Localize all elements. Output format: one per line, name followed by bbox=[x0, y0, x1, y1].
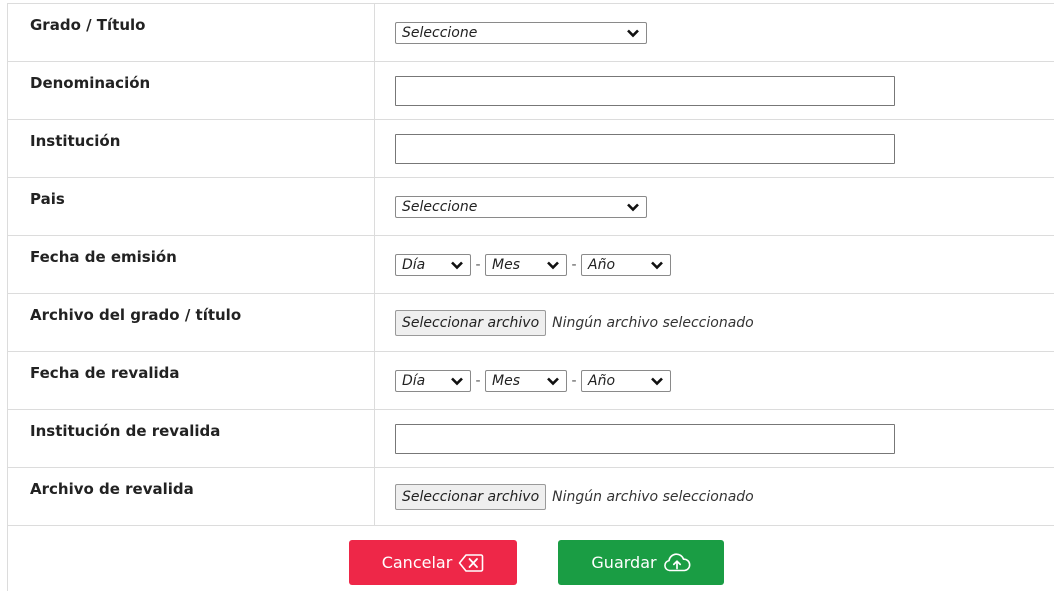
backspace-x-icon bbox=[458, 553, 484, 572]
chevron-down-icon bbox=[451, 377, 463, 385]
cancel-button[interactable]: Cancelar bbox=[349, 540, 517, 585]
form-row-fecha-revalida: Fecha de revalida Día - Mes - Año bbox=[7, 351, 1054, 410]
chevron-down-icon bbox=[547, 377, 559, 385]
pais-select[interactable]: Seleccione bbox=[395, 195, 647, 218]
archivo-grado-choose-button[interactable]: Seleccionar archivo bbox=[395, 309, 547, 336]
form-row-fecha-emision: Fecha de emisión Día - Mes - Año bbox=[7, 235, 1054, 294]
archivo-revalida-file-input: Seleccionar archivo Ningún archivo selec… bbox=[395, 483, 754, 510]
chevron-down-icon bbox=[627, 203, 639, 211]
denominacion-label: Denominación bbox=[30, 73, 151, 92]
archivo-revalida-label: Archivo de revalida bbox=[30, 479, 194, 498]
date-separator: - bbox=[475, 372, 481, 389]
fecha-revalida-month-select[interactable]: Mes bbox=[485, 369, 567, 392]
cloud-upload-icon bbox=[663, 552, 691, 571]
fecha-emision-date-picker: Día - Mes - Año bbox=[395, 253, 671, 276]
grado-select[interactable]: Seleccione bbox=[395, 21, 647, 44]
grado-select-value: Seleccione bbox=[402, 24, 478, 41]
archivo-revalida-status: Ningún archivo seleccionado bbox=[552, 488, 754, 505]
archivo-revalida-choose-button[interactable]: Seleccionar archivo bbox=[395, 483, 547, 510]
archivo-grado-file-input: Seleccionar archivo Ningún archivo selec… bbox=[395, 309, 754, 336]
form-row-pais: Pais Seleccione bbox=[7, 177, 1054, 236]
denominacion-input[interactable] bbox=[395, 75, 895, 106]
fecha-revalida-date-picker: Día - Mes - Año bbox=[395, 369, 671, 392]
form-row-grado: Grado / Título Seleccione bbox=[7, 3, 1054, 62]
institucion-revalida-label: Institución de revalida bbox=[30, 421, 221, 440]
date-separator: - bbox=[571, 256, 577, 273]
form-row-denominacion: Denominación bbox=[7, 61, 1054, 120]
form-row-archivo-revalida: Archivo de revalida Seleccionar archivo … bbox=[7, 467, 1054, 526]
date-separator: - bbox=[475, 256, 481, 273]
archivo-grado-label: Archivo del grado / título bbox=[30, 305, 242, 324]
pais-select-value: Seleccione bbox=[402, 198, 478, 215]
archivo-grado-status: Ningún archivo seleccionado bbox=[552, 314, 754, 331]
form-label: Grado / Título bbox=[7, 3, 375, 62]
fecha-revalida-label: Fecha de revalida bbox=[30, 363, 180, 382]
fecha-emision-year-select[interactable]: Año bbox=[581, 253, 671, 276]
chevron-down-icon bbox=[547, 261, 559, 269]
degree-form-table: Grado / Título Seleccione Denominación I… bbox=[7, 3, 1054, 526]
date-separator: - bbox=[571, 372, 577, 389]
chevron-down-icon bbox=[651, 377, 663, 385]
fecha-emision-label: Fecha de emisión bbox=[30, 247, 177, 266]
fecha-revalida-day-select[interactable]: Día bbox=[395, 369, 471, 392]
cancel-button-label: Cancelar bbox=[381, 553, 453, 572]
form-actions: Cancelar Guardar bbox=[7, 525, 1054, 591]
grado-label: Grado / Título bbox=[30, 15, 146, 34]
institucion-revalida-input[interactable] bbox=[395, 423, 895, 454]
save-button-label: Guardar bbox=[591, 553, 657, 572]
institucion-input[interactable] bbox=[395, 133, 895, 164]
save-button[interactable]: Guardar bbox=[558, 540, 724, 585]
chevron-down-icon bbox=[451, 261, 463, 269]
form-row-institucion: Institución bbox=[7, 119, 1054, 178]
chevron-down-icon bbox=[627, 29, 639, 37]
pais-label: Pais bbox=[30, 189, 65, 208]
fecha-revalida-year-select[interactable]: Año bbox=[581, 369, 671, 392]
institucion-label: Institución bbox=[30, 131, 121, 150]
form-row-archivo-grado: Archivo del grado / título Seleccionar a… bbox=[7, 293, 1054, 352]
fecha-emision-day-select[interactable]: Día bbox=[395, 253, 471, 276]
chevron-down-icon bbox=[651, 261, 663, 269]
fecha-emision-month-select[interactable]: Mes bbox=[485, 253, 567, 276]
form-row-institucion-revalida: Institución de revalida bbox=[7, 409, 1054, 468]
